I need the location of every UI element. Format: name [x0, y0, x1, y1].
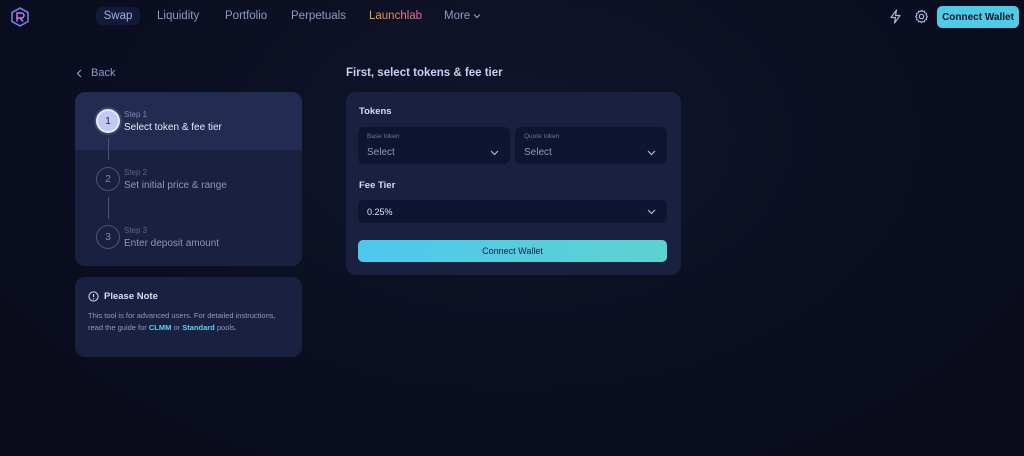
nav-perpetuals[interactable]: Perpetuals [291, 10, 346, 22]
note-title: Please Note [104, 291, 158, 302]
step-title: Select token & fee tier [124, 122, 222, 133]
note-header: Please Note [88, 291, 158, 302]
note-text: or [171, 323, 183, 332]
token-fee-form: Tokens Base token Select Quote token Sel… [346, 92, 681, 275]
step-title: Enter deposit amount [124, 238, 220, 249]
nav-liquidity[interactable]: Liquidity [157, 10, 199, 22]
chevron-down-icon [647, 150, 656, 156]
note-text: pools. [214, 323, 237, 332]
step-title: Set initial price & range [124, 180, 227, 191]
bolt-icon[interactable] [888, 9, 903, 24]
connect-wallet-form-button[interactable]: Connect Wallet [358, 240, 667, 262]
step-kicker: Step 1 [124, 110, 148, 119]
note-card: Please Note This tool is for advanced us… [75, 277, 302, 357]
step-1: 1 Step 1 Select token & fee tier [75, 92, 302, 150]
step-number: 2 [96, 167, 120, 191]
nav-portfolio[interactable]: Portfolio [225, 10, 267, 22]
quote-token-value: Select [524, 147, 552, 158]
nav-more[interactable]: More [444, 10, 481, 22]
steps-panel: 1 Step 1 Select token & fee tier 2 Step … [75, 92, 302, 266]
nav-swap[interactable]: Swap [96, 7, 140, 25]
back-label: Back [91, 67, 116, 79]
base-token-caption: Base token [367, 133, 400, 140]
fee-tier-label: Fee Tier [359, 180, 396, 191]
standard-guide-link[interactable]: Standard [182, 323, 215, 332]
step-2: 2 Step 2 Set initial price & range [75, 150, 302, 208]
chevron-left-icon [76, 69, 82, 77]
gear-icon[interactable] [914, 9, 929, 24]
base-token-select[interactable]: Base token Select [358, 127, 510, 164]
quote-token-select[interactable]: Quote token Select [515, 127, 667, 164]
chevron-down-icon [490, 150, 499, 156]
step-3: 3 Step 3 Enter deposit amount [75, 208, 302, 266]
logo-icon[interactable] [10, 7, 30, 27]
back-link[interactable]: Back [76, 67, 115, 79]
info-icon [88, 291, 99, 302]
fee-tier-value: 0.25% [367, 207, 393, 217]
chevron-down-icon [647, 209, 656, 215]
step-kicker: Step 2 [124, 168, 148, 177]
base-token-value: Select [367, 147, 395, 158]
chevron-down-icon [473, 14, 481, 19]
nav-more-label: More [444, 10, 471, 22]
note-body: This tool is for advanced users. For det… [88, 310, 288, 334]
step-number: 1 [96, 109, 120, 133]
tokens-label: Tokens [359, 106, 392, 117]
clmm-guide-link[interactable]: CLMM [149, 323, 172, 332]
quote-token-caption: Quote token [524, 133, 560, 140]
step-number: 3 [96, 225, 120, 249]
nav-launchlab[interactable]: Launchlab [369, 10, 422, 22]
top-nav-bar: Swap Liquidity Portfolio Perpetuals Laun… [0, 0, 1024, 34]
fee-tier-select[interactable]: 0.25% [358, 200, 667, 223]
form-title: First, select tokens & fee tier [346, 67, 503, 79]
connect-wallet-button[interactable]: Connect Wallet [937, 6, 1019, 28]
step-kicker: Step 3 [124, 226, 148, 235]
